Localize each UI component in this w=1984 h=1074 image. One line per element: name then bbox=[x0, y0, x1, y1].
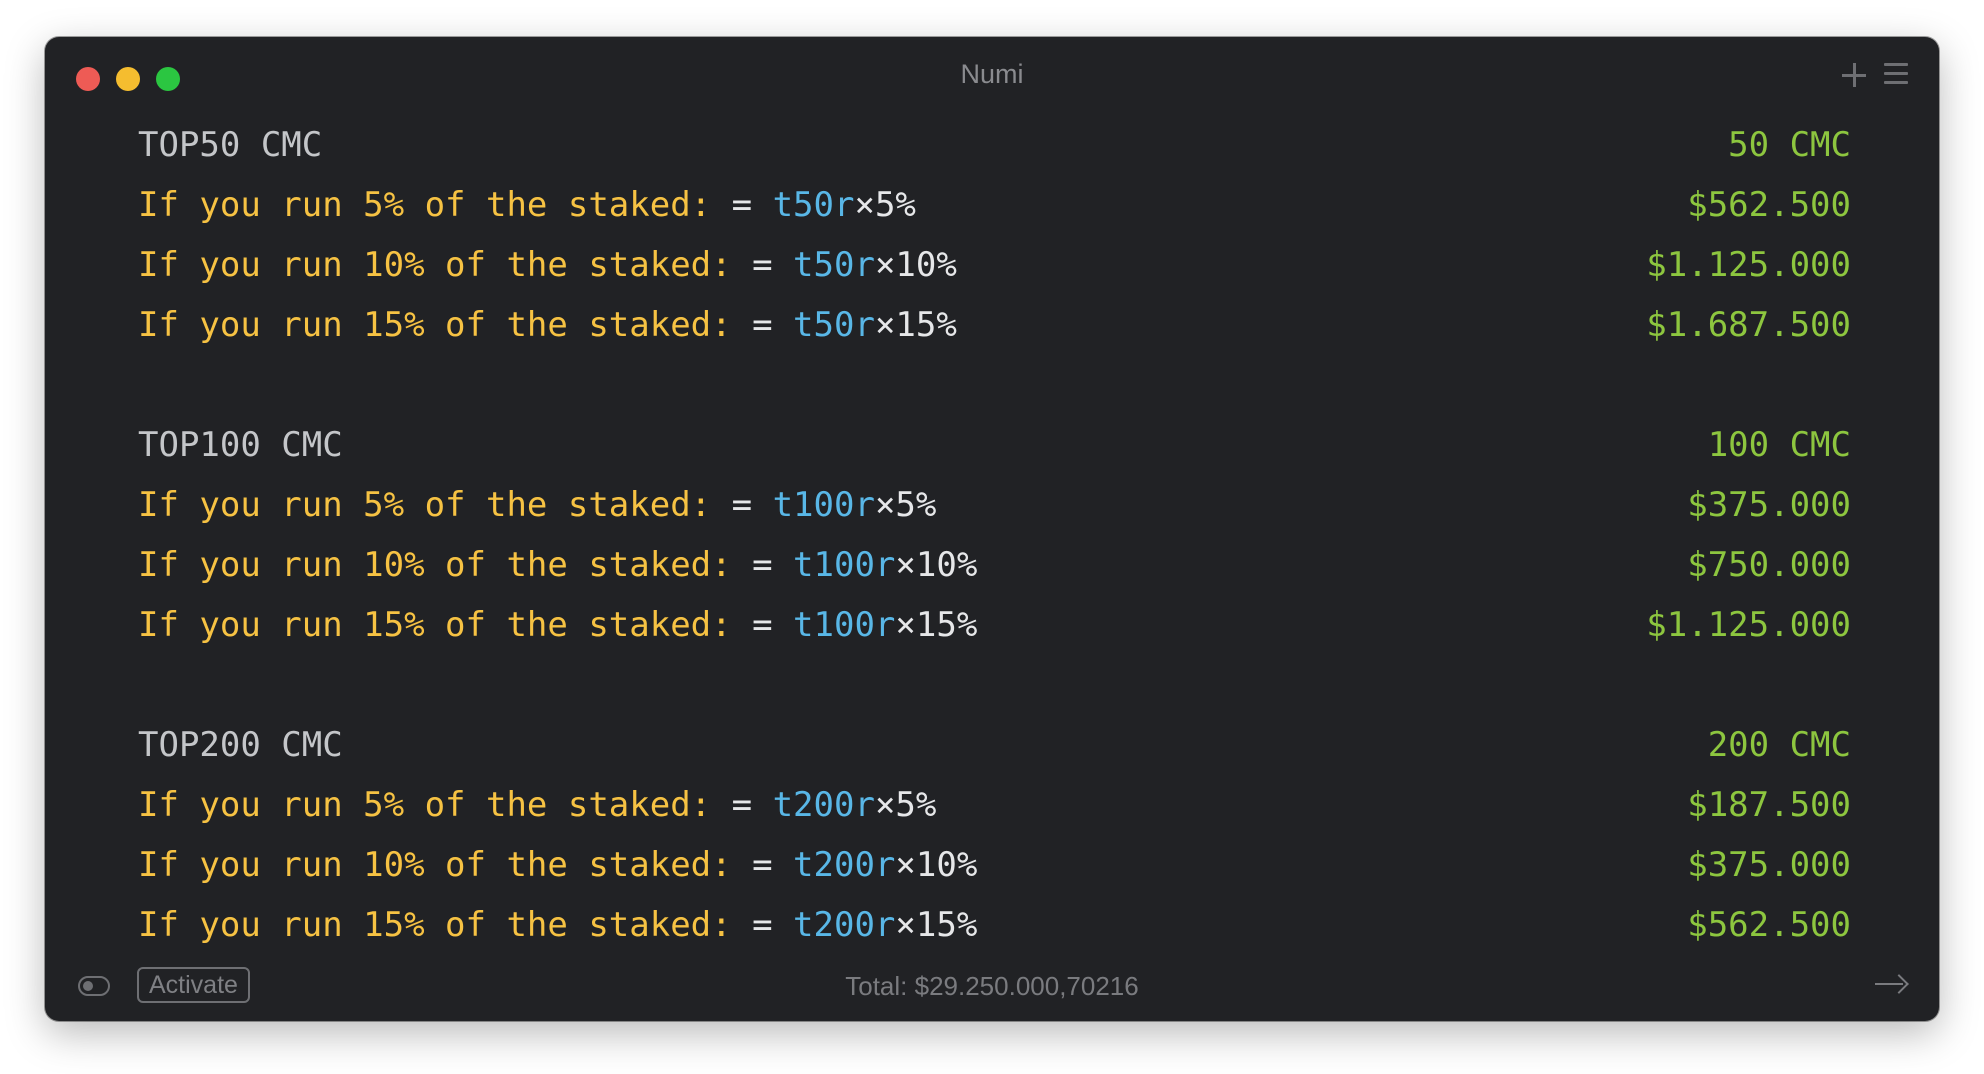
line-result: $562.500 bbox=[1687, 905, 1851, 945]
calculation-line[interactable]: If you run 10% of the staked: = t100r×10… bbox=[45, 535, 1939, 595]
variable-name: t50r bbox=[793, 305, 875, 345]
operator-expression: ×10% bbox=[895, 545, 978, 585]
line-label: If you run 5% of the staked: bbox=[138, 185, 732, 225]
calculation-line[interactable]: If you run 5% of the staked: = t50r×5% $… bbox=[45, 175, 1939, 235]
line-result: $1.125.000 bbox=[1646, 245, 1851, 285]
line-result: $1.687.500 bbox=[1646, 305, 1851, 345]
operator-expression: ×5% bbox=[874, 485, 937, 525]
total-label: Total: $29.250.000,70216 bbox=[845, 971, 1139, 1001]
calculation-line[interactable]: If you run 5% of the staked: = t200r×5% … bbox=[45, 775, 1939, 835]
numi-window: Numi TOP50 CMC 50 CMC If you run 5% of t… bbox=[45, 37, 1939, 1021]
equals-operator: = bbox=[731, 185, 773, 225]
title-bar: Numi bbox=[45, 37, 1939, 115]
line-label: If you run 5% of the staked: bbox=[138, 485, 732, 525]
line-result: $375.000 bbox=[1687, 485, 1851, 525]
calculation-line[interactable]: If you run 10% of the staked: = t200r×10… bbox=[45, 835, 1939, 895]
operator-expression: ×15% bbox=[895, 905, 978, 945]
operator-expression: ×15% bbox=[874, 305, 957, 345]
line-label: If you run 10% of the staked: bbox=[138, 845, 753, 885]
operator-expression: ×5% bbox=[874, 785, 937, 825]
section-heading-line[interactable]: TOP100 CMC 100 CMC bbox=[45, 415, 1939, 475]
line-label: If you run 15% of the staked: bbox=[138, 605, 753, 645]
equals-operator: = bbox=[752, 545, 794, 585]
line-label: If you run 10% of the staked: bbox=[138, 245, 753, 285]
calculation-line[interactable]: If you run 15% of the staked: = t100r×15… bbox=[45, 595, 1939, 655]
line-result: 100 CMC bbox=[1707, 425, 1851, 465]
variable-name: t200r bbox=[793, 905, 896, 945]
variable-name: t50r bbox=[772, 185, 855, 225]
variable-name: t50r bbox=[793, 245, 875, 285]
equals-operator: = bbox=[752, 245, 794, 285]
line-result: $1.125.000 bbox=[1646, 605, 1851, 645]
line-label: If you run 15% of the staked: bbox=[138, 305, 753, 345]
equals-operator: = bbox=[752, 905, 794, 945]
operator-expression: ×10% bbox=[874, 245, 957, 285]
line-result: $562.500 bbox=[1687, 185, 1851, 225]
equals-operator: = bbox=[731, 485, 773, 525]
variable-name: t100r bbox=[793, 545, 896, 585]
arrow-right-icon[interactable] bbox=[1875, 974, 1907, 994]
operator-expression: ×15% bbox=[895, 605, 978, 645]
calculation-line[interactable]: If you run 5% of the staked: = t100r×5% … bbox=[45, 475, 1939, 535]
section-heading: TOP50 CMC bbox=[138, 125, 323, 165]
line-result: 200 CMC bbox=[1707, 725, 1851, 765]
line-label: If you run 5% of the staked: bbox=[138, 785, 732, 825]
plus-icon[interactable] bbox=[1840, 61, 1870, 91]
status-bar: Activate Total: $29.250.000,70216 bbox=[45, 955, 1939, 1021]
equals-operator: = bbox=[731, 785, 773, 825]
section-heading: TOP200 CMC bbox=[138, 725, 343, 765]
section-heading-line[interactable]: TOP50 CMC 50 CMC bbox=[45, 115, 1939, 175]
section-heading: TOP100 CMC bbox=[138, 425, 343, 465]
calculation-line[interactable]: If you run 15% of the staked: = t50r×15%… bbox=[45, 295, 1939, 355]
section-heading-line[interactable]: TOP200 CMC 200 CMC bbox=[45, 715, 1939, 775]
variable-name: t100r bbox=[772, 485, 875, 525]
variable-name: t200r bbox=[772, 785, 875, 825]
calculation-line[interactable]: If you run 15% of the staked: = t200r×15… bbox=[45, 895, 1939, 955]
operator-expression: ×10% bbox=[895, 845, 978, 885]
line-result: $750.000 bbox=[1687, 545, 1851, 585]
line-result: $187.500 bbox=[1687, 785, 1851, 825]
menu-icon[interactable] bbox=[1884, 63, 1908, 85]
calculation-editor[interactable]: TOP50 CMC 50 CMC If you run 5% of the st… bbox=[45, 115, 1939, 955]
window-title: Numi bbox=[960, 59, 1024, 89]
calculation-line[interactable]: If you run 10% of the staked: = t50r×10%… bbox=[45, 235, 1939, 295]
variable-name: t200r bbox=[793, 845, 896, 885]
operator-expression: ×5% bbox=[854, 185, 916, 225]
variable-name: t100r bbox=[793, 605, 896, 645]
line-result: 50 CMC bbox=[1728, 125, 1851, 165]
line-label: If you run 15% of the staked: bbox=[138, 905, 753, 945]
line-label: If you run 10% of the staked: bbox=[138, 545, 753, 585]
equals-operator: = bbox=[752, 845, 794, 885]
line-result: $375.000 bbox=[1687, 845, 1851, 885]
equals-operator: = bbox=[752, 605, 794, 645]
equals-operator: = bbox=[752, 305, 794, 345]
